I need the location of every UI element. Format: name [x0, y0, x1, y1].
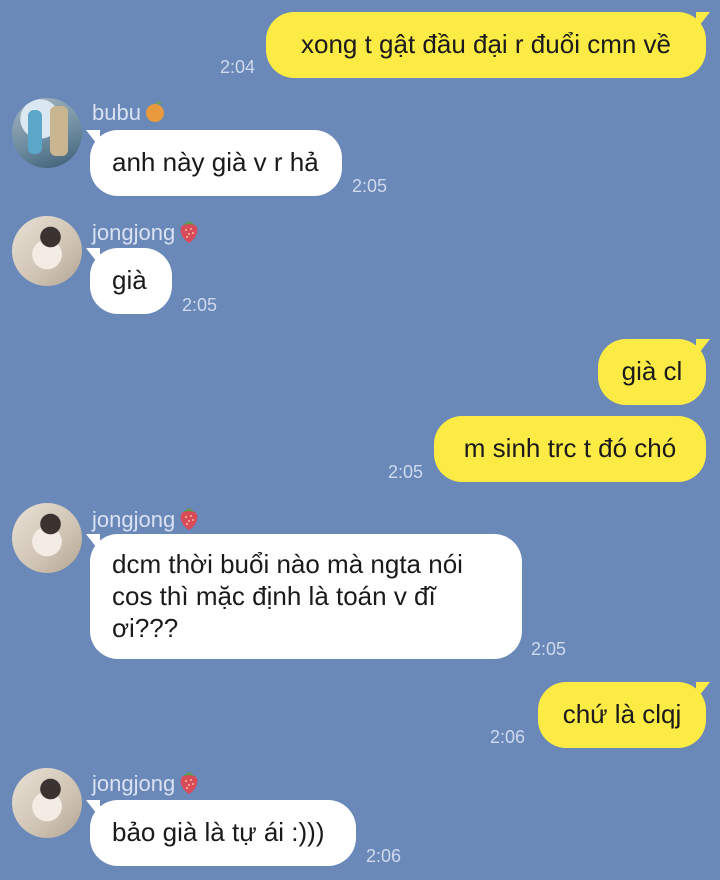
sender-name: jongjong [92, 505, 201, 537]
message-text: anh này già v r hả [112, 147, 319, 177]
avatar[interactable] [12, 503, 82, 573]
message-text: già [112, 265, 147, 295]
message-time: 2:05 [531, 639, 567, 659]
incoming-message-bubble[interactable]: già [86, 248, 172, 314]
sender-name: jongjong [92, 769, 201, 801]
strawberry-icon [177, 218, 201, 250]
message-time: 2:05 [182, 295, 218, 315]
sender-name-text: jongjong [92, 219, 176, 245]
message-time: 2:04 [220, 57, 256, 77]
sender-name-text: bubu [92, 99, 141, 125]
sender-name: jongjong [92, 218, 201, 250]
incoming-message-bubble[interactable]: anh này già v r hả [86, 130, 342, 196]
outgoing-message-bubble[interactable]: xong t gật đầu đại r đuổi cmn về [266, 12, 710, 78]
message-text-line: dcm thời buổi nào mà ngta nói [112, 549, 463, 579]
outgoing-message-bubble[interactable]: già cl [598, 339, 710, 405]
message-time: 2:05 [388, 462, 424, 482]
avatar[interactable] [12, 98, 82, 168]
sender-name: bubu [92, 99, 167, 129]
avatar[interactable] [12, 216, 82, 286]
message-text: bảo già là tự ái :))) [112, 817, 325, 847]
orange-icon [143, 99, 167, 129]
message-time: 2:05 [352, 176, 388, 196]
outgoing-message-bubble[interactable]: chứ là clqj [538, 682, 710, 748]
incoming-message-bubble[interactable]: dcm thời buổi nào mà ngta nói cos thì mặ… [86, 534, 522, 659]
message-text: chứ là clqj [562, 699, 682, 729]
outgoing-message-bubble[interactable]: m sinh trc t đó chó [434, 416, 706, 482]
sender-name-text: jongjong [92, 506, 176, 532]
message-text-line: ơi??? [112, 613, 179, 643]
message-time: 2:06 [490, 727, 526, 747]
message-text: già cl [621, 356, 683, 386]
message-text-line: cos thì mặc định là toán v đĩ [112, 581, 436, 611]
message-time: 2:06 [366, 846, 402, 866]
message-text: m sinh trc t đó chó [463, 433, 677, 463]
strawberry-icon [177, 505, 201, 537]
avatar[interactable] [12, 768, 82, 838]
incoming-message-bubble[interactable]: bảo già là tự ái :))) [86, 800, 356, 866]
strawberry-icon [177, 769, 201, 801]
sender-name-text: jongjong [92, 770, 176, 796]
message-text: xong t gật đầu đại r đuổi cmn về [300, 29, 671, 59]
